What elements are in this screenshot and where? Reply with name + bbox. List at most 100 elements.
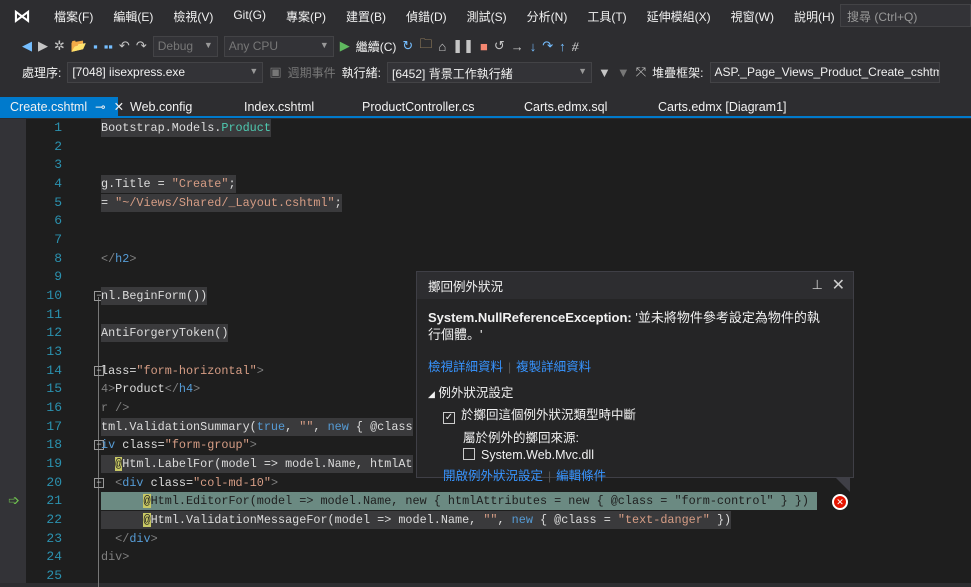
configuration-value: Debug [157, 38, 194, 53]
menu-item[interactable]: 偵錯(D) [396, 8, 457, 25]
code-token: Bootstrap.Models. [101, 121, 222, 135]
step-over-icon[interactable]: ↷ [542, 38, 553, 54]
filter-clear-icon[interactable]: ▼ [617, 65, 630, 80]
code-line[interactable]: g.Title = "Create"; [101, 175, 236, 193]
find-file-icon[interactable]: 🗀 [419, 35, 432, 57]
visual-studio-logo-icon[interactable]: ⋈ [0, 6, 44, 27]
menu-item[interactable]: 測試(S) [457, 8, 517, 25]
document-tabs: Create.cshtml ⊸ ✕ Web.config Index.cshtml Pro… [0, 97, 971, 118]
stack-frame-dropdown[interactable]: ASP._Page_Views_Product_Create_cshtml [709, 61, 940, 83]
menu-item[interactable]: 分析(N) [517, 8, 578, 25]
copy-details-link[interactable]: 複製詳細資料 [516, 360, 591, 374]
platform-dropdown[interactable]: Any CPU ▼ [223, 35, 334, 57]
code-token: Html.LabelFor(model => model.Name, htmlA… [122, 457, 413, 471]
menu-item[interactable]: 檔案(F) [44, 8, 103, 25]
pin-icon[interactable]: ⊥ [812, 277, 823, 293]
redo-icon[interactable]: ↷ [136, 38, 147, 54]
lifecycle-events-button[interactable]: 週期事件 [288, 64, 336, 81]
menu-item[interactable]: 建置(B) [336, 8, 396, 25]
code-token: nl.BeginForm()) [101, 289, 208, 303]
code-line[interactable]: </div> [101, 530, 158, 548]
source-module-checkbox[interactable]: System.Web.Mvc.dll [463, 448, 842, 462]
process-dropdown[interactable]: [7048] iisexpress.exe ▼ [67, 61, 264, 83]
stack-frame-label: 堆疊框架: [652, 65, 704, 80]
code-token: g.Title = [101, 177, 172, 191]
line-number: 21 [46, 493, 62, 508]
tab-carts-edmx-sql[interactable]: Carts.edmx.sql [512, 97, 646, 116]
menu-item[interactable]: 延伸模組(X) [637, 8, 721, 25]
code-line[interactable]: AntiForgeryToken() [101, 324, 229, 342]
forward-icon[interactable]: ▶ [38, 38, 48, 54]
settings-links: 開啟例外狀況設定 | 編輯條件 [443, 469, 607, 483]
code-line[interactable]: 4>Product</h4> [101, 380, 200, 398]
code-line[interactable]: </h2> [101, 250, 136, 268]
close-icon[interactable]: ✕ [832, 275, 845, 295]
menu-item[interactable]: 視窗(W) [721, 8, 784, 25]
code-line[interactable]: iv class="form-group"> [101, 436, 257, 454]
code-token: = [101, 196, 116, 210]
tab-index-cshtml[interactable]: Index.cshtml [232, 97, 350, 116]
tab-productcontroller-cs[interactable]: ProductController.cs [350, 97, 512, 116]
code-line[interactable]: div> [101, 548, 129, 566]
code-line[interactable]: @Html.LabelFor(model => model.Name, html… [101, 455, 413, 473]
edit-conditions-link[interactable]: 編輯條件 [556, 469, 606, 483]
code-line[interactable]: r /> [101, 399, 129, 417]
indicator-margin[interactable] [0, 119, 26, 583]
filter-icon[interactable]: ▼ [598, 65, 611, 80]
break-on-throw-checkbox[interactable]: ✓ 於擲回這個例外狀況類型時中斷 [443, 404, 842, 424]
stop-icon[interactable]: ■ [480, 39, 488, 54]
tab-web-config[interactable]: Web.config [118, 97, 232, 116]
view-details-link[interactable]: 檢視詳細資料 [428, 360, 503, 374]
pin-tab-icon[interactable]: ⊸ [95, 99, 105, 114]
pause-icon[interactable]: ❚❚ [452, 38, 474, 54]
continue-button[interactable]: 繼續(C) [356, 38, 397, 55]
continue-icon[interactable]: ▶ [340, 38, 350, 54]
code-token: Product [115, 382, 165, 396]
show-next-statement-icon[interactable]: → [511, 39, 524, 54]
code-line[interactable]: @Html.ValidationMessageFor(model => mode… [101, 511, 732, 529]
save-icon[interactable]: ▪ [93, 39, 98, 54]
tab-create-cshtml[interactable]: Create.cshtml ⊸ ✕ [0, 97, 124, 116]
code-line[interactable]: lass="form-horizontal"> [101, 362, 264, 380]
configuration-dropdown[interactable]: Debug ▼ [152, 35, 218, 57]
code-line[interactable]: Bootstrap.Models.Product [101, 119, 271, 137]
menu-item[interactable]: Git(G) [223, 8, 276, 25]
code-line[interactable]: nl.BeginForm()) [101, 287, 208, 305]
line-number: 7 [54, 232, 62, 247]
exception-message-line2: 行個體。' [428, 327, 483, 342]
step-out-icon[interactable]: ↑ [559, 39, 566, 54]
save-all-icon[interactable]: ▪▪ [104, 39, 113, 54]
menu-item[interactable]: 工具(T) [577, 8, 636, 25]
home-icon[interactable]: ⌂ [438, 39, 446, 54]
menu-item[interactable]: 檢視(V) [163, 8, 223, 25]
undo-icon[interactable]: ↶ [119, 38, 130, 54]
lifecycle-icon[interactable]: ▣ [269, 64, 281, 80]
code-line[interactable]: <div class="col-md-10"> [101, 474, 278, 492]
search-input[interactable]: 搜尋 (Ctrl+Q) [840, 4, 971, 27]
hex-icon[interactable]: ⧣ [572, 38, 579, 54]
code-line[interactable]: = "~/Views/Shared/_Layout.cshtml"; [101, 194, 342, 212]
open-file-icon[interactable]: 📂 [71, 38, 87, 54]
new-project-icon[interactable]: ✲ [54, 38, 65, 54]
menu-item[interactable]: 說明(H) [784, 8, 845, 25]
refresh-icon[interactable]: ↻ [402, 38, 413, 54]
menu-item[interactable]: 編輯(E) [103, 8, 163, 25]
thread-dropdown[interactable]: [6452] 背景工作執行緒 ▼ [387, 61, 592, 83]
back-icon[interactable]: ◀ [22, 38, 32, 54]
thread-value: [6452] 背景工作執行緒 [392, 66, 513, 81]
tab-label: Carts.edmx [Diagram1] [658, 99, 787, 114]
toggle-flag-icon[interactable]: ⤧ [636, 64, 646, 80]
step-into-icon[interactable]: ↓ [530, 39, 537, 54]
error-icon[interactable]: ✕ [832, 494, 848, 510]
open-exception-settings-link[interactable]: 開啟例外狀況設定 [443, 469, 543, 483]
code-line[interactable]: tml.ValidationSummary(true, "", new { @c… [101, 418, 413, 436]
current-statement-line[interactable]: @Html.EditorFor(model => model.Name, new… [101, 492, 817, 510]
code-token: 4> [101, 382, 116, 396]
code-token: "" [299, 420, 314, 434]
menu-item[interactable]: 專案(P) [276, 8, 336, 25]
line-number: 14 [46, 363, 62, 378]
restart-icon[interactable]: ↺ [494, 38, 505, 54]
tab-carts-edmx-diagram1-[interactable]: Carts.edmx [Diagram1] [646, 97, 806, 116]
exception-settings-header[interactable]: ◢ 例外狀況設定 [428, 382, 842, 401]
